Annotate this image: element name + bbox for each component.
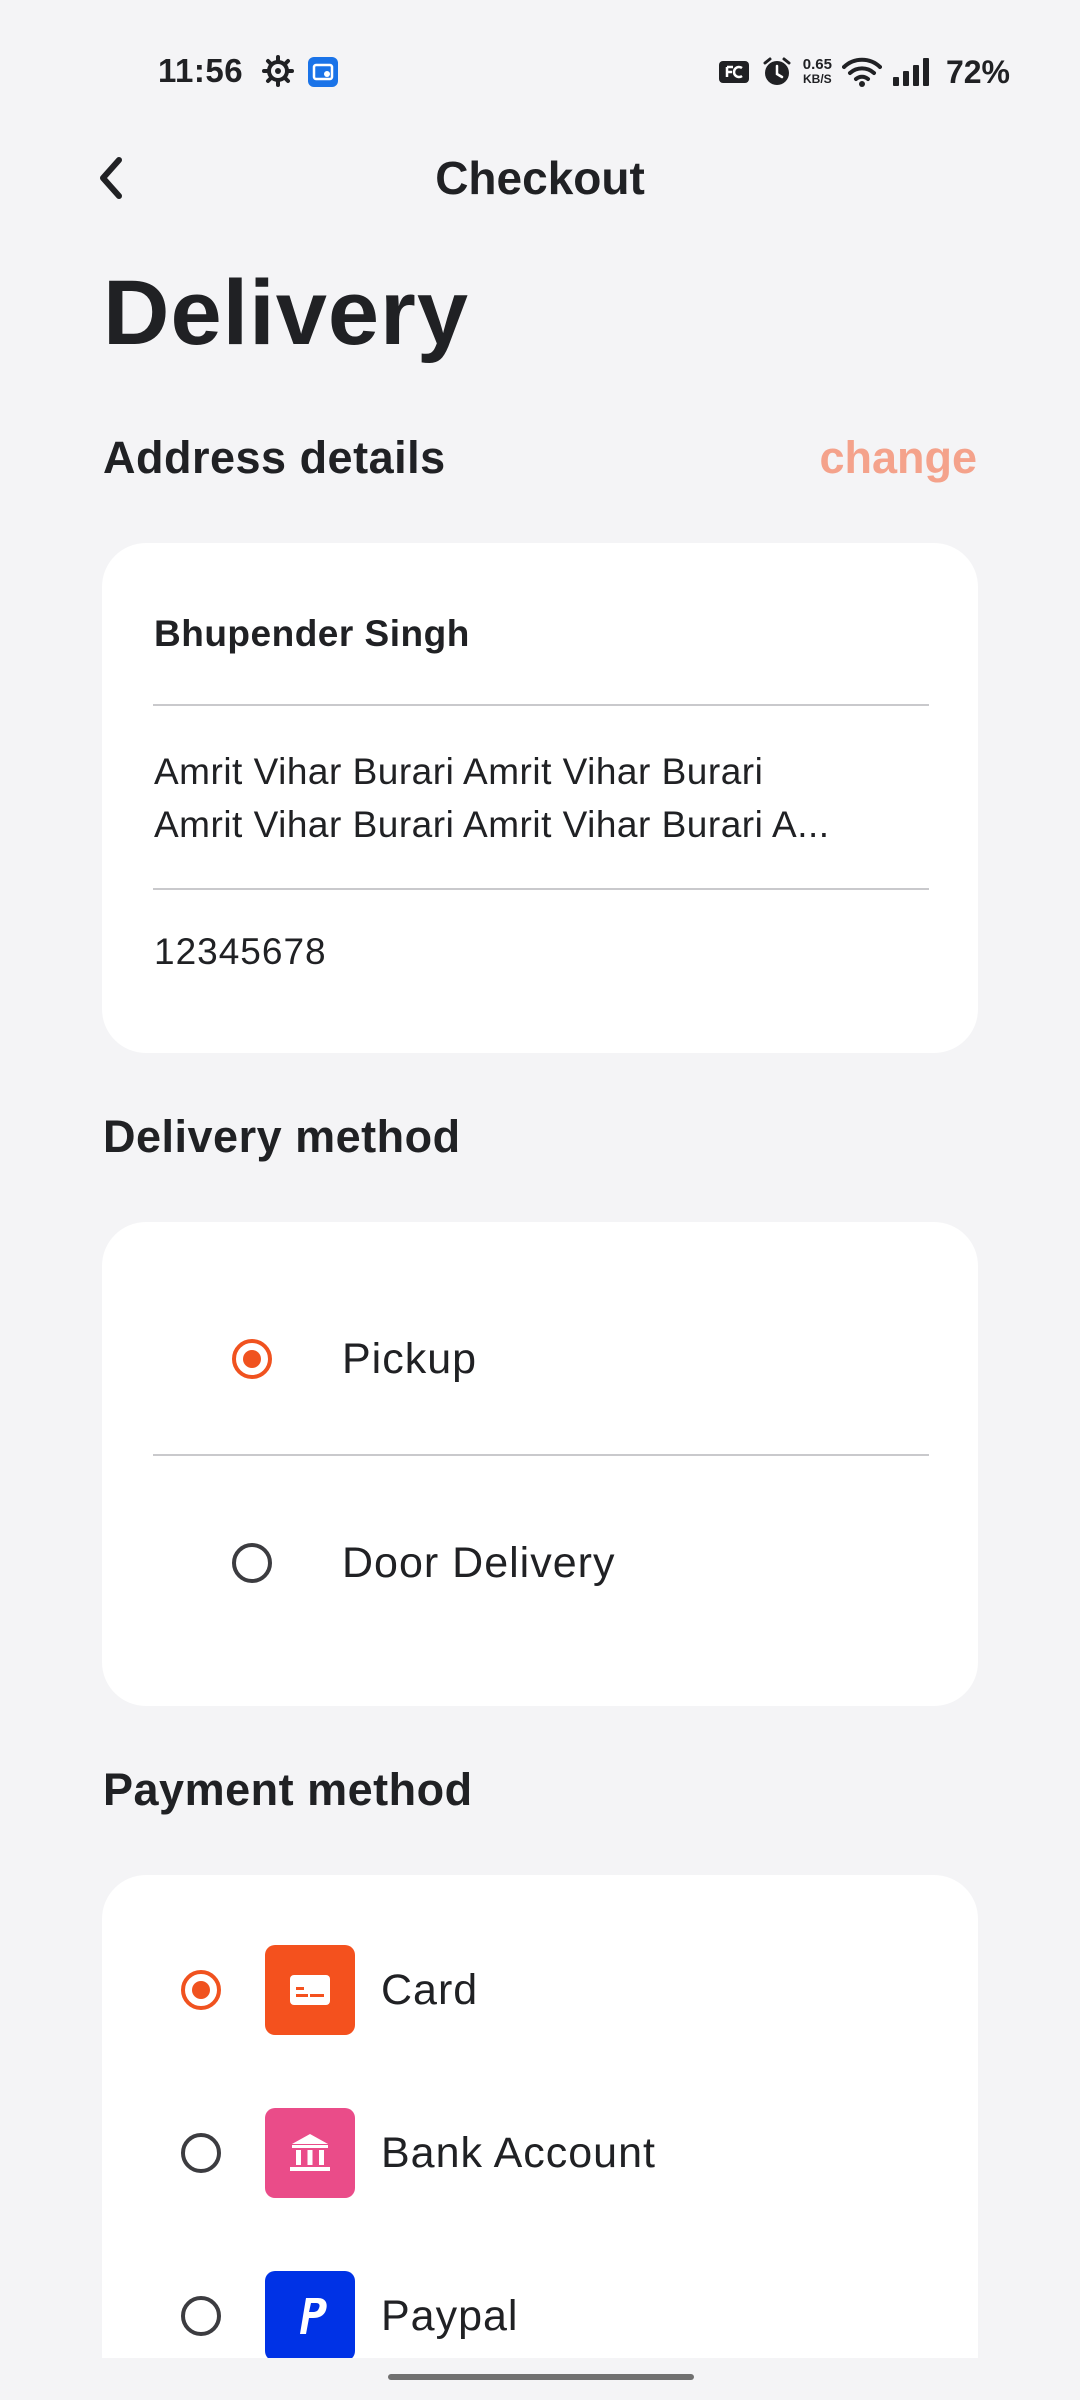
address-lines: Amrit Vihar Burari Amrit Vihar Burari Am… bbox=[154, 745, 894, 851]
paypal-icon bbox=[265, 2271, 355, 2361]
home-indicator[interactable] bbox=[388, 2374, 694, 2380]
alarm-icon bbox=[763, 57, 791, 85]
address-line-2: Amrit Vihar Burari Amrit Vihar Burari A.… bbox=[154, 804, 830, 845]
payment-option-label: Bank Account bbox=[381, 2129, 656, 2177]
signal-icon bbox=[892, 58, 929, 86]
page-title: Delivery bbox=[103, 262, 470, 364]
paypal-radio[interactable] bbox=[181, 2296, 221, 2336]
back-button[interactable] bbox=[86, 150, 136, 206]
pickup-radio[interactable] bbox=[232, 1339, 272, 1379]
address-section-title: Address details bbox=[103, 432, 446, 483]
bank-icon bbox=[265, 2108, 355, 2198]
address-line-1: Amrit Vihar Burari Amrit Vihar Burari bbox=[154, 751, 764, 792]
card-icon bbox=[265, 1945, 355, 2035]
delivery-option-label: Door Delivery bbox=[342, 1539, 616, 1587]
door-delivery-radio[interactable] bbox=[232, 1543, 272, 1583]
nfc-icon bbox=[718, 61, 749, 83]
delivery-method-card: Pickup Door Delivery bbox=[102, 1222, 978, 1706]
payment-option-label: Card bbox=[381, 1966, 479, 2014]
chevron-left-icon bbox=[100, 157, 122, 199]
payment-method-card: Card Bank Account Paypal bbox=[102, 1875, 978, 2400]
change-address-link[interactable]: change bbox=[819, 430, 977, 486]
payment-option-card[interactable]: Card bbox=[102, 1935, 978, 2045]
delivery-option-label: Pickup bbox=[342, 1335, 478, 1383]
payment-option-bank[interactable]: Bank Account bbox=[102, 2098, 978, 2208]
delivery-method-title: Delivery method bbox=[103, 1111, 461, 1162]
status-time: 11:56 bbox=[158, 52, 244, 89]
divider bbox=[153, 888, 929, 890]
network-speed-value: 0.65 bbox=[802, 56, 832, 73]
network-speed: 0.65 KB/S bbox=[803, 57, 832, 87]
payment-option-paypal[interactable]: Paypal bbox=[102, 2261, 978, 2371]
app-notification-icon bbox=[308, 57, 338, 87]
delivery-option-pickup[interactable]: Pickup bbox=[102, 1294, 978, 1424]
wifi-icon bbox=[841, 57, 882, 87]
bank-account-radio[interactable] bbox=[181, 2133, 221, 2173]
header-title: Checkout bbox=[435, 152, 645, 204]
status-indicators: 0.65 KB/S 72% bbox=[717, 50, 1010, 94]
checkout-screen: 11:56 0.65 KB/S 72% Checkout Delivery Ad… bbox=[0, 0, 1080, 2400]
divider bbox=[153, 704, 929, 706]
card-radio[interactable] bbox=[181, 1970, 221, 2010]
network-speed-unit: KB/S bbox=[803, 72, 832, 86]
status-bar: 11:56 0.65 KB/S 72% bbox=[0, 0, 1080, 140]
payment-method-title: Payment method bbox=[103, 1764, 473, 1815]
settings-icon bbox=[262, 55, 294, 87]
battery-level: 72% bbox=[945, 53, 1010, 90]
address-name: Bhupender Singh bbox=[154, 613, 470, 654]
address-card: Bhupender Singh Amrit Vihar Burari Amrit… bbox=[102, 543, 978, 1053]
payment-option-label: Paypal bbox=[381, 2292, 519, 2340]
address-phone: 12345678 bbox=[154, 931, 327, 972]
delivery-option-door[interactable]: Door Delivery bbox=[102, 1498, 978, 1628]
divider bbox=[153, 1454, 929, 1456]
